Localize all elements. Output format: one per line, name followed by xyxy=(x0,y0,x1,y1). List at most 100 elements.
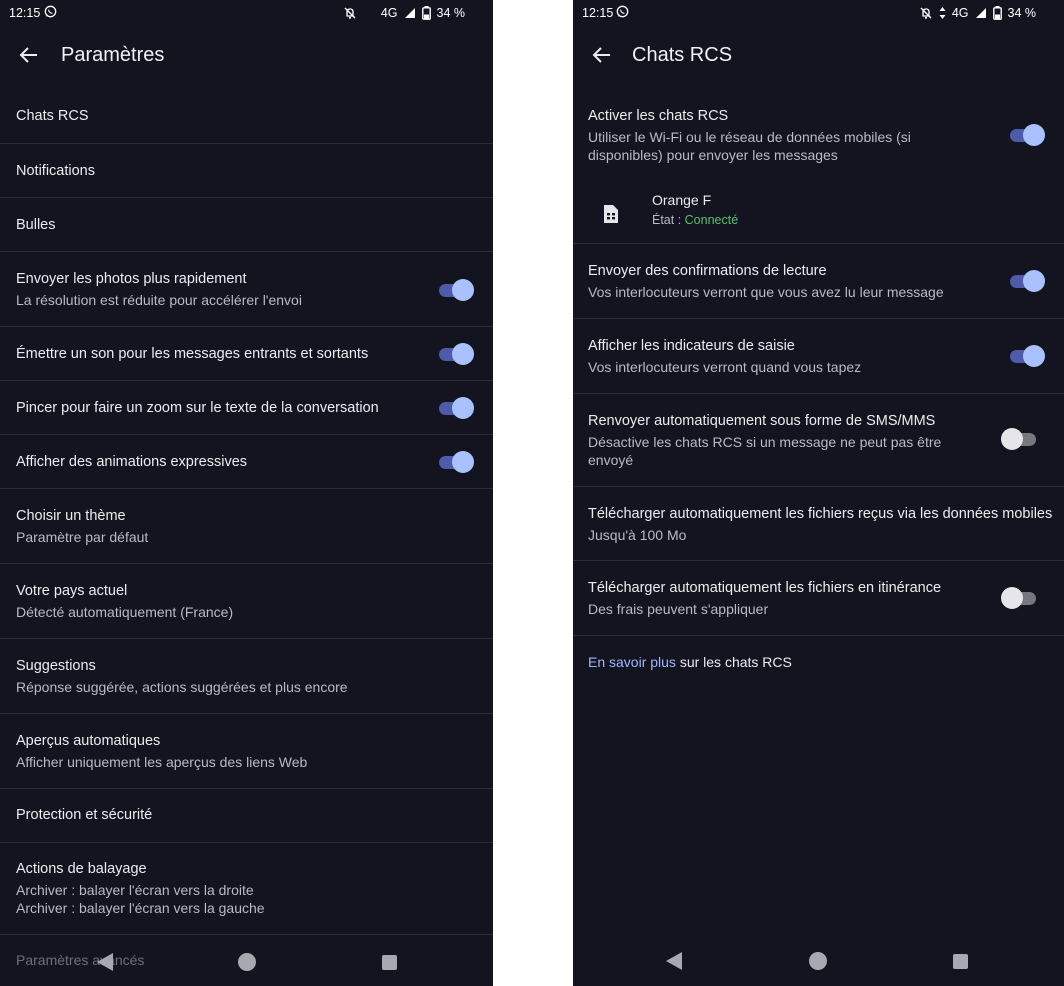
item-title: Aperçus automatiques xyxy=(16,733,161,749)
status-bar: 12:15 4G 34 % xyxy=(0,0,493,26)
message-sounds-toggle[interactable] xyxy=(439,343,474,365)
settings-list: Chats RCS Notifications Bulles Envoyer l… xyxy=(0,89,493,935)
settings-item-bubbles[interactable]: Bulles xyxy=(0,198,493,252)
back-arrow-icon[interactable] xyxy=(591,44,613,66)
settings-item-expressive-animations[interactable]: Afficher des animations expressives xyxy=(0,435,493,489)
rcs-chats-screen: 12:15 4G 34 % Chats RCS Activer les chat… xyxy=(573,0,1064,986)
typing-indicators-toggle[interactable] xyxy=(1010,345,1045,367)
settings-item-suggestions[interactable]: Suggestions Réponse suggérée, actions su… xyxy=(0,639,493,714)
navigation-bar xyxy=(0,936,493,986)
item-subtitle: Réponse suggérée, actions suggérées et p… xyxy=(16,679,348,695)
read-receipts-toggle[interactable] xyxy=(1010,270,1045,292)
item-subtitle: Désactive les chats RCS si un message ne… xyxy=(588,434,942,450)
nav-back-icon[interactable] xyxy=(97,953,113,971)
item-title: Afficher les indicateurs de saisie xyxy=(588,338,795,354)
item-title: Renvoyer automatiquement sous forme de S… xyxy=(588,413,936,429)
item-title: Votre pays actuel xyxy=(16,583,128,599)
expressive-animations-toggle[interactable] xyxy=(439,451,474,473)
data-arrows-icon xyxy=(939,7,946,19)
learn-more-text: En savoir plus sur les chats RCS xyxy=(588,654,792,670)
settings-item-notifications[interactable]: Notifications xyxy=(0,144,493,198)
item-title: Pincer pour faire un zoom sur le texte d… xyxy=(16,400,379,416)
nav-home-icon[interactable] xyxy=(809,952,827,970)
item-title: Envoyer les photos plus rapidement xyxy=(16,271,247,287)
item-title: Activer les chats RCS xyxy=(588,108,729,124)
learn-more: En savoir plus sur les chats RCS xyxy=(573,636,1064,690)
item-subtitle-2: Archiver : balayer l'écran vers la gauch… xyxy=(16,900,265,916)
settings-item-protection-security[interactable]: Protection et sécurité xyxy=(0,789,493,843)
settings-item-sms-fallback[interactable]: Renvoyer automatiquement sous forme de S… xyxy=(573,394,1064,487)
item-title: Télécharger automatiquement les fichiers… xyxy=(588,506,1053,522)
item-subtitle: Paramètre par défaut xyxy=(16,529,149,545)
item-subtitle-2: disponibles) pour envoyer les messages xyxy=(588,147,838,163)
mute-icon xyxy=(344,7,356,19)
status-time: 12:15 xyxy=(582,6,614,20)
status-indicators: 4G 34 % xyxy=(343,6,465,20)
settings-item-country[interactable]: Votre pays actuel Détecté automatiquemen… xyxy=(0,564,493,639)
settings-item-swipe-actions[interactable]: Actions de balayage Archiver : balayer l… xyxy=(0,843,493,935)
item-subtitle: Détecté automatiquement (France) xyxy=(16,604,234,620)
settings-item-read-receipts[interactable]: Envoyer des confirmations de lecture Vos… xyxy=(573,244,1064,319)
enable-rcs-toggle[interactable] xyxy=(1010,124,1045,146)
back-arrow-icon[interactable] xyxy=(18,44,40,66)
page-title: Chats RCS xyxy=(632,44,733,66)
item-title: Choisir un thème xyxy=(16,508,126,524)
item-title: Envoyer des confirmations de lecture xyxy=(588,263,827,279)
settings-item-chats-rcs[interactable]: Chats RCS xyxy=(0,89,493,144)
learn-more-link[interactable]: En savoir plus xyxy=(588,654,676,670)
item-title: Télécharger automatiquement les fichiers… xyxy=(588,580,942,596)
auto-download-roaming-toggle[interactable] xyxy=(1001,587,1036,609)
carrier-state: État : Connecté xyxy=(652,211,738,229)
network-type: 4G xyxy=(951,6,969,20)
item-subtitle: Des frais peuvent s'appliquer xyxy=(588,601,769,617)
settings-item-message-sounds[interactable]: Émettre un son pour les messages entrant… xyxy=(0,327,493,381)
battery-level: 34 % xyxy=(436,6,466,20)
item-subtitle: Vos interlocuteurs verront quand vous ta… xyxy=(588,359,862,375)
item-subtitle-2: envoyé xyxy=(588,452,634,468)
nav-back-icon[interactable] xyxy=(666,952,682,970)
settings-item-auto-download-mobile[interactable]: Télécharger automatiquement les fichiers… xyxy=(573,487,1064,561)
signal-icon xyxy=(975,8,986,18)
state-value: Connecté xyxy=(684,213,739,227)
item-subtitle: Utiliser le Wi-Fi ou le réseau de donnée… xyxy=(588,129,911,145)
battery-icon xyxy=(992,6,1002,20)
item-subtitle: Afficher uniquement les aperçus des lien… xyxy=(16,754,308,770)
pinch-zoom-toggle[interactable] xyxy=(439,397,474,419)
status-indicators: 4G 34 % xyxy=(919,6,1036,20)
item-title: Actions de balayage xyxy=(16,861,147,877)
send-photos-faster-toggle[interactable] xyxy=(439,279,474,301)
battery-level: 34 % xyxy=(1007,6,1037,20)
network-type: 4G xyxy=(380,6,398,20)
item-title: Chats RCS xyxy=(16,108,89,124)
carrier-status: Orange F État : Connecté xyxy=(573,182,1064,244)
settings-item-enable-rcs[interactable]: Activer les chats RCS Utiliser le Wi-Fi … xyxy=(573,89,1064,182)
settings-item-send-photos-faster[interactable]: Envoyer les photos plus rapidement La ré… xyxy=(0,252,493,327)
item-subtitle: La résolution est réduite pour accélérer… xyxy=(16,292,302,308)
sms-fallback-toggle[interactable] xyxy=(1001,428,1036,450)
learn-more-rest: sur les chats RCS xyxy=(675,654,792,670)
battery-icon xyxy=(421,6,431,20)
item-subtitle: Archiver : balayer l'écran vers la droit… xyxy=(16,882,254,898)
item-title: Protection et sécurité xyxy=(16,807,153,823)
item-title: Afficher des animations expressives xyxy=(16,454,248,470)
navigation-bar xyxy=(573,936,1064,986)
settings-item-pinch-zoom[interactable]: Pincer pour faire un zoom sur le texte d… xyxy=(0,381,493,435)
item-title: Suggestions xyxy=(16,658,96,674)
settings-item-auto-download-roaming[interactable]: Télécharger automatiquement les fichiers… xyxy=(573,561,1064,636)
nav-recents-icon[interactable] xyxy=(953,954,968,969)
item-title: Émettre un son pour les messages entrant… xyxy=(16,346,369,362)
status-time: 12:15 xyxy=(9,6,41,20)
status-bar: 12:15 4G 34 % xyxy=(573,0,1064,26)
settings-item-typing-indicators[interactable]: Afficher les indicateurs de saisie Vos i… xyxy=(573,319,1064,394)
mute-icon xyxy=(920,7,932,19)
state-label: État : xyxy=(652,213,685,227)
nav-recents-icon[interactable] xyxy=(382,955,397,970)
signal-icon xyxy=(404,8,415,18)
settings-item-theme[interactable]: Choisir un thème Paramètre par défaut xyxy=(0,489,493,564)
whatsapp-icon xyxy=(616,5,629,18)
item-subtitle: Vos interlocuteurs verront que vous avez… xyxy=(588,284,944,300)
settings-screen: 12:15 4G 34 % Paramètres Chats RCS Notif… xyxy=(0,0,493,986)
settings-item-link-previews[interactable]: Aperçus automatiques Afficher uniquement… xyxy=(0,714,493,789)
nav-home-icon[interactable] xyxy=(238,953,256,971)
app-bar: Paramètres xyxy=(0,30,493,82)
